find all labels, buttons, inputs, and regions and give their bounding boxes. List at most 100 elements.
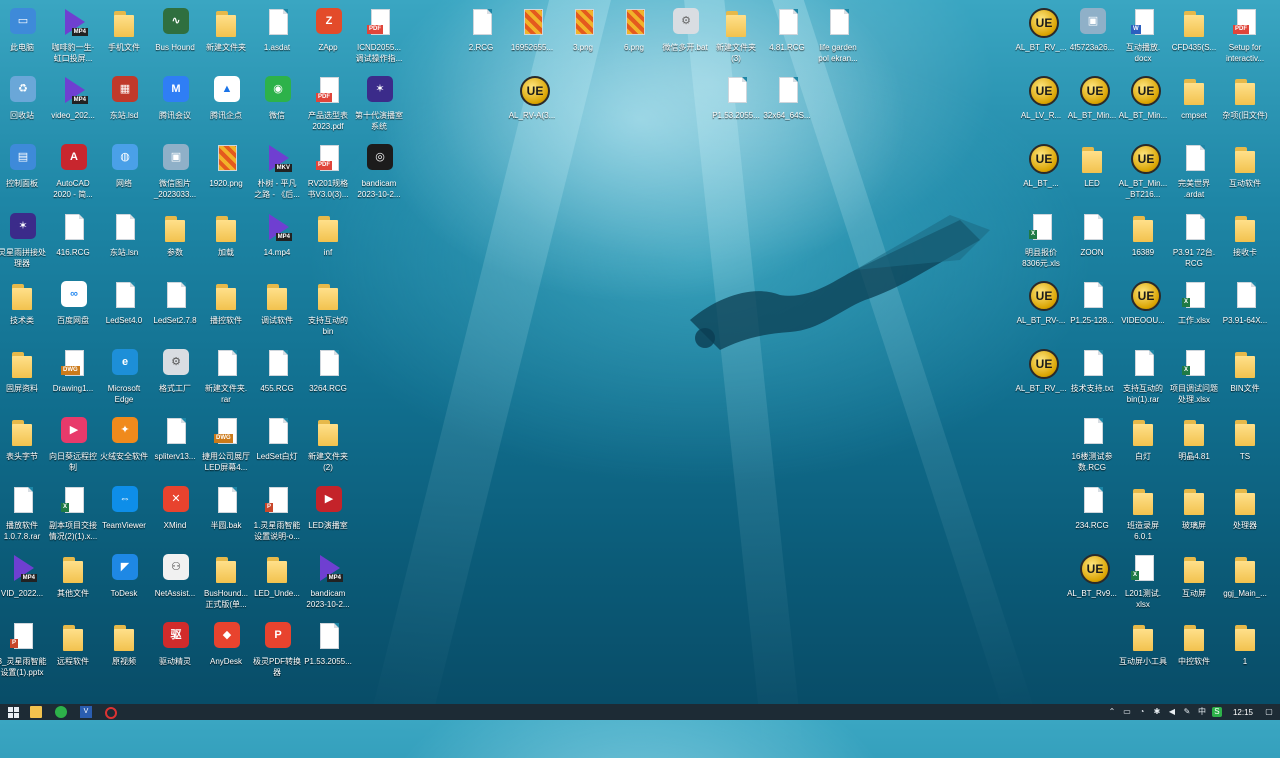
- file-type-badge: X: [1182, 366, 1191, 375]
- folder-icon: [1178, 620, 1210, 654]
- app-glyph: ◍: [120, 151, 130, 163]
- network-icon: ◍: [108, 142, 140, 176]
- desktop-icon[interactable]: life garden pol ekran...: [807, 6, 869, 64]
- display-icon[interactable]: ▭: [1122, 707, 1132, 717]
- desktop-icon[interactable]: 处理器: [1214, 484, 1276, 531]
- control-panel-icon: ▤: [6, 142, 38, 176]
- app-glyph: A: [70, 151, 78, 163]
- desktop-icon-label: 32x64_64S...: [763, 111, 811, 120]
- tray-chevron-icon[interactable]: ⌃: [1107, 707, 1117, 717]
- desktop-icon[interactable]: 1: [1214, 620, 1276, 667]
- tencent-qidian-icon: ▲: [210, 74, 242, 108]
- ultraedit-icon: UE: [1076, 552, 1110, 586]
- app-glyph: ⚙: [171, 356, 181, 368]
- this-pc-icon: ▭: [6, 6, 38, 40]
- ultraedit-icon: UE: [1127, 142, 1161, 176]
- file-icon: [1076, 347, 1108, 381]
- desktop-icon[interactable]: BIN文件: [1214, 347, 1276, 394]
- vmix-icon[interactable]: V: [80, 706, 92, 718]
- file-type-badge: DWG: [61, 366, 80, 375]
- netassist-icon: ⚇: [159, 552, 191, 586]
- desktop-icon[interactable]: 新建文件夹 (2): [297, 415, 359, 473]
- start-icon[interactable]: [8, 706, 20, 718]
- app-glyph: P: [274, 629, 282, 641]
- file-explorer-icon[interactable]: [30, 706, 42, 718]
- desktop-icon[interactable]: PDF Setup for interactiv...: [1214, 6, 1276, 64]
- folder-icon: [1229, 620, 1261, 654]
- desktop-icon-label: P1.53.2055...: [304, 657, 352, 666]
- desktop-icon[interactable]: P3.91-64X...: [1214, 279, 1276, 326]
- xls-icon: X: [1025, 211, 1057, 245]
- desktop-icon[interactable]: UE AL_RV-A(3...: [501, 74, 563, 121]
- media-type-tag: MP4: [71, 96, 88, 104]
- teamviewer-icon: ⇔: [108, 484, 140, 518]
- app-glyph: ▦: [119, 83, 131, 95]
- folder-icon: [1076, 142, 1108, 176]
- swimmer-silhouette: [690, 215, 990, 350]
- sunlogin-icon: ▶: [57, 415, 89, 449]
- docx-icon: W: [1127, 6, 1159, 40]
- file-type-badge: PDF: [316, 93, 332, 102]
- desktop-icon[interactable]: 支持互动的 bin: [297, 279, 359, 337]
- desktop-icon[interactable]: inf: [297, 211, 359, 258]
- app-glyph: ▤: [17, 151, 29, 163]
- folder-icon: [1178, 74, 1210, 108]
- desktop-icon[interactable]: P1.53.2055...: [297, 620, 359, 667]
- desktop-icon[interactable]: ggj_Main_...: [1214, 552, 1276, 599]
- file-icon: [720, 74, 752, 108]
- security-icon[interactable]: S: [1211, 707, 1222, 717]
- file-icon: [1076, 279, 1108, 313]
- pdf-converter-icon: P: [261, 620, 293, 654]
- desktop-icon[interactable]: PDF ICND2055... 调试操作指...: [348, 6, 410, 64]
- file-icon: [261, 6, 293, 40]
- ultraedit-icon: UE: [1076, 74, 1110, 108]
- app-glyph: ⚇: [171, 561, 181, 573]
- folder-icon: [261, 279, 293, 313]
- desktop-icon-label: ggj_Main_...: [1223, 589, 1267, 598]
- desktop-icon[interactable]: 杂项(旧文件): [1214, 74, 1276, 121]
- file-type-badge: W: [1131, 25, 1141, 34]
- ultraedit-icon: UE: [1025, 279, 1059, 313]
- desktop-icon[interactable]: 互动软件: [1214, 142, 1276, 189]
- clock[interactable]: 12:15: [1233, 708, 1253, 717]
- bluetooth-icon[interactable]: ✱: [1152, 707, 1162, 717]
- volume-icon[interactable]: ◀: [1167, 707, 1177, 717]
- wechat-icon[interactable]: [55, 706, 67, 718]
- recycle-bin-icon: ♻: [6, 74, 38, 108]
- record-icon[interactable]: [105, 707, 117, 719]
- desktop-icon-label: AL_RV-A(3...: [508, 111, 556, 120]
- media-type-tag: MP4: [326, 574, 343, 582]
- xls-icon: X: [1178, 279, 1210, 313]
- desktop-icon[interactable]: 接收卡: [1214, 211, 1276, 258]
- desktop-icon[interactable]: ◎ bandicam 2023-10-2...: [348, 142, 410, 200]
- file-icon: [108, 211, 140, 245]
- app-glyph: ✶: [375, 83, 385, 95]
- desktop-icon[interactable]: MP4 bandicam 2023-10-2...: [297, 552, 359, 610]
- media-type-tag: MP4: [275, 233, 292, 241]
- mp4-icon: MP4: [57, 6, 89, 40]
- png-icon: [567, 6, 599, 40]
- image-icon: ▣: [1076, 6, 1108, 40]
- desktop-icon[interactable]: ▶ LED演播室: [297, 484, 359, 531]
- desktop-icon-label: P3.91-64X...: [1222, 316, 1268, 325]
- file-icon: [1076, 415, 1108, 449]
- desktop-icon[interactable]: 32x64_64S...: [756, 74, 818, 121]
- lsd-file-icon: ▦: [108, 74, 140, 108]
- file-icon: [1076, 484, 1108, 518]
- app-glyph: ▭: [17, 15, 29, 27]
- notification-icon[interactable]: ▢: [1264, 707, 1274, 717]
- desktop-icon[interactable]: 3264.RCG: [297, 347, 359, 394]
- wifi-icon[interactable]: ◔: [1137, 707, 1147, 717]
- app-glyph: ◆: [222, 629, 232, 641]
- desktop-icon[interactable]: TS: [1214, 415, 1276, 462]
- folder-icon: [1127, 211, 1159, 245]
- pen-icon[interactable]: ✎: [1182, 707, 1192, 717]
- desktop-icon[interactable]: ✶ 第十代演播室 系统: [348, 74, 410, 132]
- file-type-badge: X: [1131, 571, 1140, 580]
- app-glyph: ∞: [70, 288, 78, 300]
- tencent-meeting-icon: M: [159, 74, 191, 108]
- folder-icon: [1127, 415, 1159, 449]
- file-icon: [312, 347, 344, 381]
- file-icon: [312, 620, 344, 654]
- ime-indicator[interactable]: 中: [1197, 707, 1207, 717]
